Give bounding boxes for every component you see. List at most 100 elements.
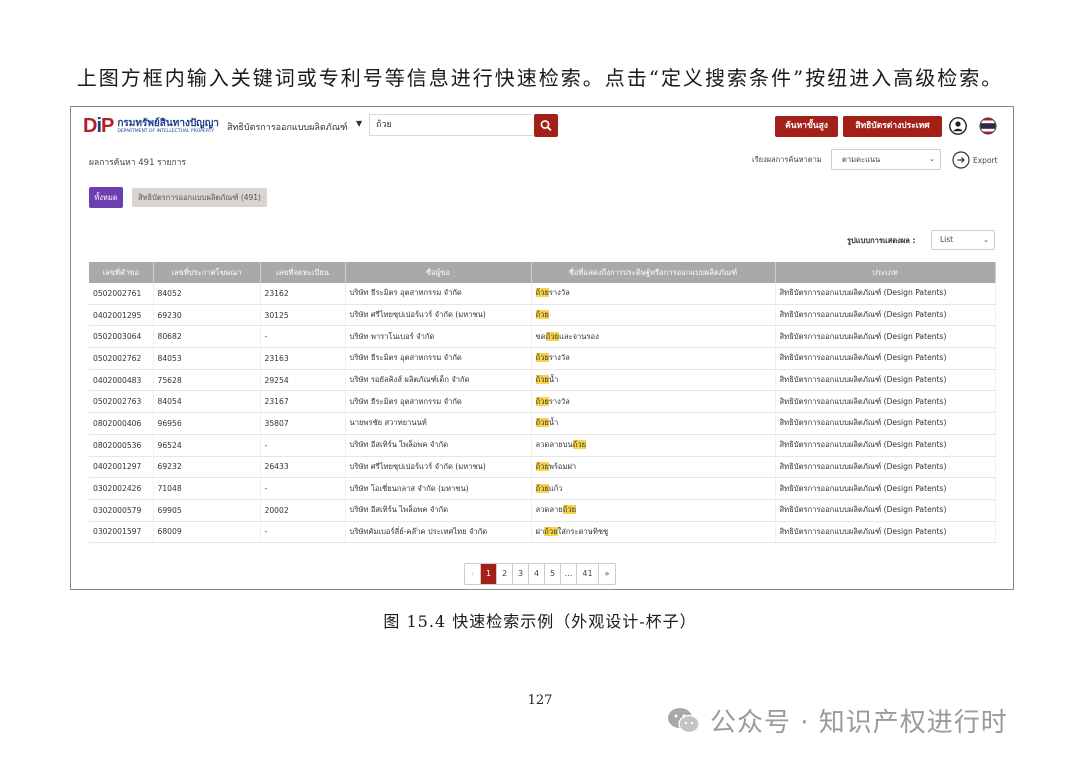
table-row[interactable]: 0502003064 80682- บริษัท พาราโนเบอร์ จำกัด… [89,325,996,349]
applicant-name: บริษัทคัมเบอร์ลี่ย์-คล๊าค ประเทศไทย จำกั… [345,521,532,544]
product-title: ขดถ้วยและจานรอง [531,325,776,349]
export-button[interactable]: Export [952,151,998,169]
publication-number: 96956 [153,412,261,435]
title-text: รางวัล [548,353,570,363]
patent-type: สิทธิบัตรการออกแบบผลิตภัณฑ์ (Design Pate… [775,304,996,327]
table-row[interactable]: 0302001597 68009- บริษัทคัมเบอร์ลี่ย์-คล๊า… [89,521,996,544]
applicant-name: บริษัท ธีระมิตร อุตสาหกรรม จำกัด [345,390,532,414]
application-number[interactable]: 0402000483 [89,369,154,392]
applicant-name: นายพรชัย สวาทยานนท์ [345,412,532,435]
table-row[interactable]: 0502002762 84053 23163 บริษัท ธีระมิตร อุตส… [89,347,996,370]
advanced-search-button[interactable]: ค้นหาขั้นสูง [775,116,838,137]
product-title: ลวดลายถ้วย [531,499,776,522]
watermark: 公众号 · 知识产权进行时 [666,702,1008,739]
table-row[interactable]: 0502002761 84052 23162 บริษัท ธีระมิตร อุตส… [89,283,996,305]
patent-type: สิทธิบัตรการออกแบบผลิตภัณฑ์ (Design Pate… [775,347,996,370]
column-header[interactable]: เลขที่ประกาศโฆษณา [153,262,261,283]
registration-number: 23163 [260,347,346,370]
table-header-row: เลขที่คำขอ เลขที่ประกาศโฆษณา เลขที่จดทะเ… [89,262,996,283]
registration-number: - [260,434,346,457]
title-text: ขด [535,331,546,341]
chevron-down-icon: ⌄ [929,155,935,163]
user-icon[interactable] [949,117,967,135]
title-text: รางวัล [548,288,570,298]
foreign-patents-button[interactable]: สิทธิบัตรต่างประเทศ [843,116,942,137]
product-title: ถ้วย [531,304,776,327]
table-row[interactable]: 0402000483 75628 29254 บริษัท รอยัลคิงส์ ผล… [89,369,996,392]
display-mode-select[interactable]: List ⌄ [931,230,995,250]
application-number[interactable]: 0402001297 [89,456,154,479]
registration-number: 30125 [260,304,346,327]
column-header[interactable]: ประเภท [775,262,996,283]
table-row[interactable]: 0402001295 69230 30125 บริษัท ศรีไทยซุปเปอร… [89,304,996,327]
search-button[interactable] [534,114,558,137]
registration-number: 29254 [260,369,346,392]
title-text: ลวดลาย [535,505,563,515]
pagination-page[interactable]: 41 [577,564,599,584]
sort-select[interactable]: ตามคะแนน ⌄ [831,149,941,170]
export-label: Export [973,155,998,165]
title-text: ลวดลายบน [535,440,573,450]
registration-number: - [260,325,346,349]
display-mode-label: รูปแบบการแสดงผล : [847,236,916,245]
product-title: ถ้วยพร้อมฝา [531,456,776,479]
table-row[interactable]: 0502002763 84054 23167 บริษัท ธีระมิตร อุตส… [89,390,996,414]
application-number[interactable]: 0802000406 [89,412,154,435]
registration-number: - [260,477,346,500]
product-title: ฝาถ้วยใส่กระดาษทิชชู [531,521,776,544]
keyword-highlight: ถ้วย [535,310,549,320]
patent-type: สิทธิบัตรการออกแบบผลิตภัณฑ์ (Design Pate… [775,477,996,500]
pagination-page[interactable]: 5 [545,564,561,584]
tab-design-patents[interactable]: สิทธิบัตรการออกแบบผลิตภัณฑ์ (491) [132,188,267,207]
product-title: ถ้วยรางวัล [531,283,776,305]
applicant-name: บริษัท อีสเทิร์น ไพล็อพค จำกัด [345,499,532,522]
title-text: และจานรอง [558,331,599,341]
application-number[interactable]: 0502002761 [89,283,154,305]
table-row[interactable]: 0802000406 96956 35807 นายพรชัย สวาทยานนท์ถ… [89,412,996,435]
export-icon [952,151,970,169]
pagination-page[interactable]: 4 [529,564,545,584]
applicant-name: บริษัท ธีระมิตร อุตสาหกรรม จำกัด [345,347,532,370]
application-number[interactable]: 0302000579 [89,499,154,522]
table-row[interactable]: 0402001297 69232 26433 บริษัท ศรีไทยซุปเปอร… [89,456,996,479]
publication-number: 68009 [153,521,261,544]
table-row[interactable]: 0802000536 96524- บริษัท อีสเทิร์น ไพล็อพค… [89,434,996,457]
patent-type: สิทธิบัตรการออกแบบผลิตภัณฑ์ (Design Pate… [775,412,996,435]
application-number[interactable]: 0502003064 [89,325,154,349]
column-header[interactable]: ชื่อผู้ขอ [345,262,532,283]
table-row[interactable]: 0302000579 69905 20002 บริษัท อีสเทิร์น ไพล… [89,499,996,522]
pagination-page[interactable]: 1 [481,564,497,584]
logo-text-en: DEPARTMENT OF INTELLECTUAL PROPERTY [117,128,215,134]
application-number[interactable]: 0302002426 [89,477,154,500]
application-number[interactable]: 0402001295 [89,304,154,327]
pagination-prev[interactable]: ‹ [465,564,481,584]
applicant-name: บริษัท ศรีไทยซุปเปอร์แวร์ จำกัด (มหาชน) [345,304,532,327]
pagination-page[interactable]: 2 [497,564,513,584]
application-number[interactable]: 0502002762 [89,347,154,370]
applicant-name: บริษัท ศรีไทยซุปเปอร์แวร์ จำกัด (มหาชน) [345,456,532,479]
search-icon [540,120,552,131]
column-header[interactable]: เลขที่คำขอ [89,262,154,283]
table-row[interactable]: 0302002426 71048- บริษัท โอเชี่ยนกลาส จำกั… [89,477,996,500]
column-header[interactable]: ชื่อที่แสดงถึงการประดิษฐ์หรือการออกแบบผล… [531,262,776,283]
thai-flag-icon[interactable] [979,117,997,135]
applicant-name: บริษัท พาราโนเบอร์ จำกัด [345,325,532,349]
application-number[interactable]: 0302001597 [89,521,154,544]
search-input[interactable]: ถ้วย [369,114,533,136]
product-title: ลวดลายบนถ้วย [531,434,776,457]
product-title: ถ้วยแก้ว [531,477,776,500]
keyword-highlight: ถ้วย [562,505,577,515]
application-number[interactable]: 0802000536 [89,434,154,457]
title-text: พร้อมฝา [548,461,577,471]
pagination-next[interactable]: » [599,564,615,584]
registration-number: 26433 [260,456,346,479]
logo-text: กรมทรัพย์สินทางปัญญา DEPARTMENT OF INTEL… [117,118,218,135]
column-header[interactable]: เลขที่จดทะเบียน [260,262,346,283]
chevron-down-icon[interactable]: ▼ [356,119,362,128]
dip-logo[interactable]: DiP กรมทรัพย์สินทางปัญญา DEPARTMENT OF I… [83,115,219,138]
application-number[interactable]: 0502002763 [89,390,154,414]
registration-number: 23167 [260,390,346,414]
tab-all[interactable]: ทั้งหมด [89,187,123,208]
pagination-page[interactable]: 3 [513,564,529,584]
search-scope-select[interactable]: สิทธิบัตรการออกแบบผลิตภัณฑ์ [227,120,348,134]
